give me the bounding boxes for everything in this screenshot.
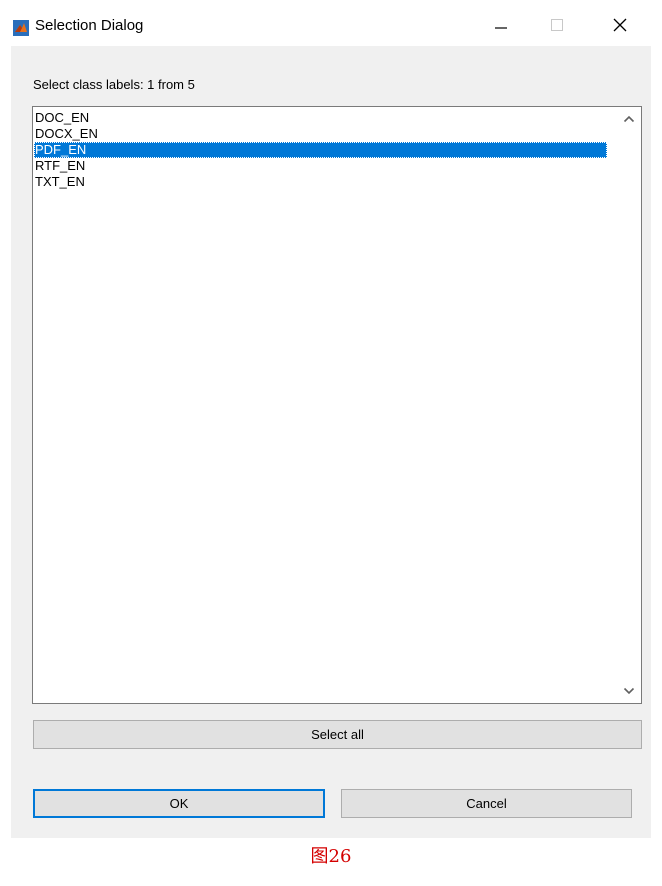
close-icon xyxy=(612,17,628,38)
list-item[interactable]: RTF_EN xyxy=(34,158,607,174)
figure-caption: 图26 xyxy=(310,846,352,867)
minimize-icon xyxy=(494,18,508,37)
maximize-icon xyxy=(550,18,564,37)
chevron-down-icon xyxy=(623,682,635,700)
matlab-icon xyxy=(13,20,29,36)
close-button[interactable] xyxy=(597,8,643,46)
window-title: Selection Dialog xyxy=(35,17,144,34)
list-item[interactable]: DOCX_EN xyxy=(34,126,607,142)
cancel-button[interactable]: Cancel xyxy=(341,789,632,818)
prompt-label: Select class labels: 1 from 5 xyxy=(33,77,195,92)
select-all-button[interactable]: Select all xyxy=(33,720,642,749)
list-item[interactable]: TXT_EN xyxy=(34,174,607,190)
ok-button[interactable]: OK xyxy=(33,789,325,818)
minimize-button[interactable] xyxy=(478,8,524,46)
title-bar[interactable]: Selection Dialog xyxy=(11,0,651,46)
maximize-button[interactable] xyxy=(534,8,580,46)
chevron-up-icon xyxy=(623,110,635,128)
list-item[interactable]: DOC_EN xyxy=(34,110,607,126)
list-items: DOC_EN DOCX_EN PDF_EN RTF_EN TXT_EN xyxy=(34,110,607,190)
vertical-scrollbar[interactable] xyxy=(617,107,641,703)
selection-dialog-window: Selection Dialog Select class labels: 1 … xyxy=(11,0,651,838)
list-item-selected[interactable]: PDF_EN xyxy=(34,142,607,158)
class-labels-listbox[interactable]: DOC_EN DOCX_EN PDF_EN RTF_EN TXT_EN xyxy=(32,106,642,704)
scroll-up-button[interactable] xyxy=(617,109,641,129)
scroll-down-button[interactable] xyxy=(617,681,641,701)
